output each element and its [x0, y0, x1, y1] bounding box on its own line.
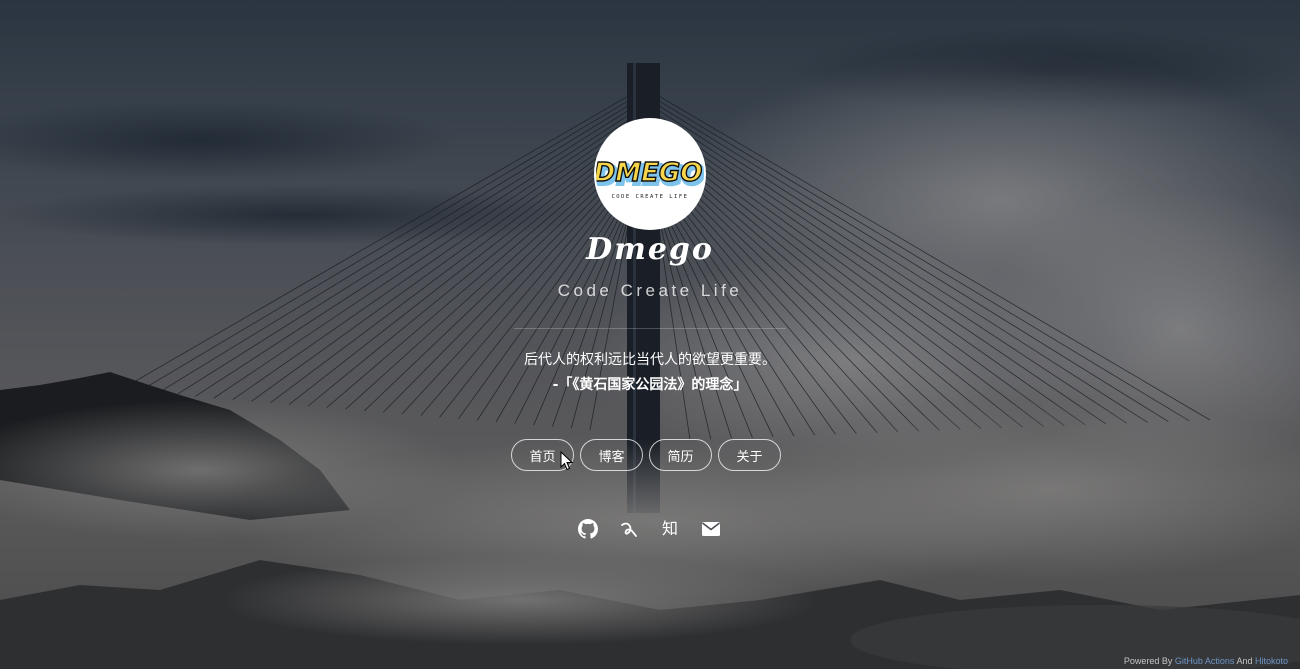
footer: Powered By GitHub Actions And Hitokoto — [1124, 656, 1288, 666]
nav-about-button[interactable]: 关于 — [718, 439, 781, 471]
main-nav: 首页 博客 简历 关于 — [511, 439, 781, 471]
mail-icon — [702, 522, 720, 536]
hitokoto-link[interactable]: Hitokoto — [1255, 656, 1288, 666]
dmego-logo: DMEGO DMEGO CODE CREATE LIFE — [596, 120, 704, 228]
mouse-cursor-icon — [560, 451, 574, 471]
hitokoto-source: -「《黄石国家公园法》的理念」 — [552, 377, 748, 393]
main-content: DMEGO DMEGO CODE CREATE LIFE Dmego Code … — [0, 0, 1300, 669]
github-link[interactable] — [577, 518, 599, 540]
zhihu-link[interactable]: 知 — [659, 518, 681, 540]
mail-link[interactable] — [700, 518, 722, 540]
site-subtitle: Code Create Life — [557, 281, 743, 300]
footer-prefix: Powered By — [1123, 656, 1173, 666]
zhihu-icon: 知 — [661, 519, 678, 538]
yuque-icon — [621, 522, 637, 537]
site-title: Dmego — [586, 232, 714, 267]
nav-resume-button[interactable]: 简历 — [649, 439, 712, 471]
nav-blog-button[interactable]: 博客 — [580, 439, 643, 471]
divider — [514, 328, 786, 329]
footer-middle: And — [1236, 656, 1253, 666]
page-background: DMEGO DMEGO CODE CREATE LIFE Dmego Code … — [0, 0, 1300, 669]
hitokoto-text: 后代人的权利远比当代人的欲望更重要。 — [524, 352, 776, 368]
github-icon — [578, 519, 598, 539]
avatar[interactable]: DMEGO DMEGO CODE CREATE LIFE — [594, 118, 706, 230]
github-actions-link[interactable]: GitHub Actions — [1175, 656, 1235, 666]
logo-text: DMEGO — [596, 158, 702, 188]
social-links: 知 — [577, 518, 722, 540]
yuque-link[interactable] — [618, 518, 640, 540]
logo-tagline: CODE CREATE LIFE — [612, 194, 689, 200]
